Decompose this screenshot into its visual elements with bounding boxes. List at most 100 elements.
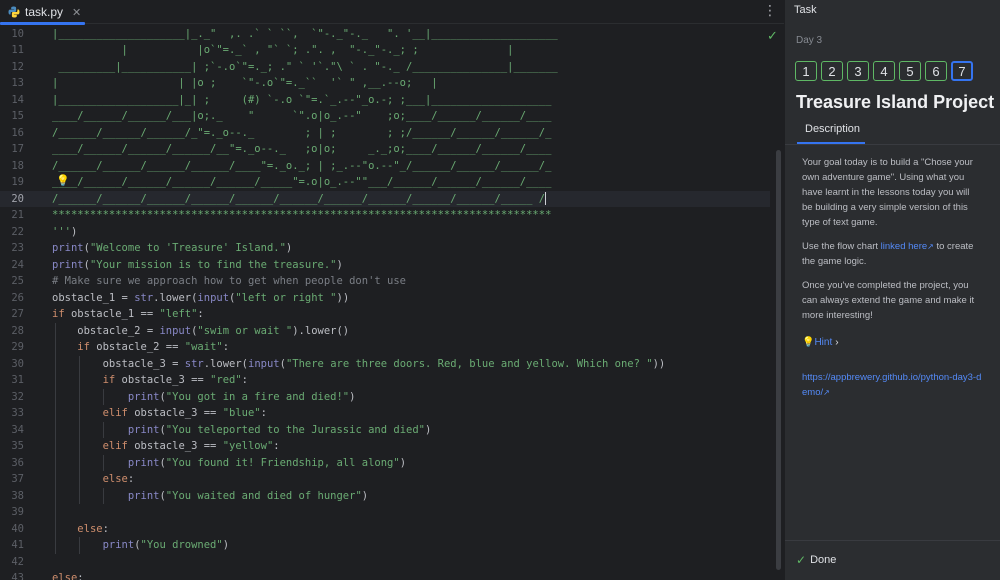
done-status: ✓ Done	[796, 553, 836, 567]
code-line: print("You teleported to the Jurassic an…	[52, 422, 431, 439]
task-steps: 1234567	[795, 61, 973, 81]
indent-guide	[79, 537, 80, 554]
code-line: obstacle_2 = input("swim or wait ").lowe…	[52, 323, 349, 340]
line-number: 23	[11, 242, 24, 254]
code-line: if obstacle_2 == "wait":	[52, 339, 229, 356]
code-token: ____/______/______/___|o;._ " `".o|o_.--…	[52, 110, 552, 122]
line-number: 14	[11, 93, 24, 106]
more-options-icon[interactable]: ⋮	[763, 2, 777, 19]
code-token: "left or right "	[235, 291, 337, 304]
code-token: print	[127, 390, 160, 403]
code-token: # Make sure we approach how to get when …	[52, 275, 407, 287]
tab-filename: task.py	[25, 5, 64, 19]
task-step-4[interactable]: 4	[873, 61, 895, 81]
code-token: print	[127, 489, 160, 502]
line-number: 12	[11, 60, 24, 73]
line-number: 22	[11, 225, 24, 238]
code-line: # Make sure we approach how to get when …	[52, 273, 406, 290]
code-line: | |o`"=._` , "` `; .". , "-._"-._; ; |	[52, 42, 514, 59]
code-token: | | |o ; `"-.o`"=._`` '` " ,__.--o; |	[52, 77, 438, 89]
line-number: 36	[11, 456, 24, 469]
line-number: 20	[11, 192, 24, 205]
task-step-7[interactable]: 7	[951, 61, 973, 81]
code-token: str	[184, 357, 204, 370]
line-number: 25	[11, 275, 24, 287]
lightbulb-icon: 💡	[802, 337, 815, 348]
line-number: 29	[11, 341, 24, 353]
code-token: "You teleported to the Jurassic and died…	[165, 423, 425, 436]
code-token: :	[273, 440, 280, 452]
chevron-right-icon: ›	[835, 337, 839, 348]
code-token: obstacle_3 ==	[127, 440, 223, 452]
code-token: _________|___________| ;`-.o`"=._; ." ` …	[52, 60, 558, 73]
task-step-5[interactable]: 5	[899, 61, 921, 81]
line-number: 17	[11, 143, 24, 155]
code-token: :	[222, 341, 230, 353]
line-number: 31	[11, 374, 24, 386]
code-token: if	[52, 308, 65, 320]
code-token: :	[260, 407, 267, 419]
line-number: 24	[11, 258, 24, 271]
lightbulb-icon[interactable]: 💡	[56, 174, 70, 187]
code-token: :	[241, 374, 248, 386]
code-token: :	[127, 473, 135, 485]
line-number: 42	[11, 555, 24, 568]
code-token: |____________________|_._" ,. .` ` ``, `…	[52, 27, 558, 40]
code-token: "yellow"	[222, 440, 274, 452]
flowchart-link[interactable]: linked here	[881, 241, 927, 252]
code-token: "swim or wait "	[197, 324, 293, 337]
tab-task-py[interactable]: task.py ✕	[0, 0, 85, 25]
tab-description[interactable]: Description	[805, 123, 860, 135]
indent-guide	[103, 487, 104, 504]
code-token: "Your mission is to find the treasure."	[89, 258, 337, 271]
code-token: print	[52, 242, 84, 254]
code-token: input	[197, 291, 230, 304]
code-token: ))	[336, 291, 350, 304]
task-step-1[interactable]: 1	[795, 61, 817, 81]
code-token: "red"	[210, 374, 242, 386]
indent-guide	[55, 322, 56, 554]
code-token: "You waited and died of hunger"	[165, 489, 362, 502]
line-number: 33	[11, 407, 24, 419]
code-token: else	[102, 473, 128, 485]
code-token: obstacle_1 =	[52, 291, 135, 304]
line-number: 16	[11, 126, 24, 139]
code-token: elif	[102, 407, 128, 419]
task-step-2[interactable]: 2	[821, 61, 843, 81]
divider	[785, 540, 1000, 541]
line-number: 27	[11, 308, 24, 320]
scrollbar-thumb[interactable]	[776, 150, 781, 570]
code-area[interactable]: 10 11 12 13 14 15 16 17 18 19 20 21 22 23 24 25 26 27 28 29…	[0, 24, 784, 580]
code-line: else:	[52, 521, 109, 538]
line-number: 28	[11, 324, 24, 337]
code-token: obstacle_3 ==	[115, 374, 211, 386]
code-line: print("You found it! Friendship, all alo…	[52, 455, 406, 472]
line-number: 34	[11, 423, 24, 436]
code-token: print	[52, 258, 84, 271]
code-token: obstacle_1 ==	[64, 308, 160, 320]
close-icon[interactable]: ✕	[72, 6, 81, 19]
line-number: 15	[11, 110, 24, 122]
code-editor[interactable]: task.py ✕ ⋮ 10 11 12 13 14 15 16 17 18 19 20 21 22 23…	[0, 0, 784, 580]
indent-guide	[103, 454, 104, 471]
code-line: obstacle_1 = str.lower(input("left or ri…	[52, 290, 349, 307]
code-token: "You drowned"	[140, 539, 223, 551]
line-number: 26	[11, 291, 24, 304]
day-label: Day 3	[796, 35, 823, 46]
code-token: else	[77, 522, 103, 535]
flowchart-text-before: Use the flow chart	[802, 241, 881, 252]
code-line: print("Your mission is to find the treas…	[52, 257, 343, 274]
code-line: print("You waited and died of hunger")	[52, 488, 368, 505]
code-token: else	[52, 572, 78, 580]
code-token: input	[248, 357, 280, 370]
code-token: ____/______/______/______/__"=._o--._ ;o…	[52, 143, 552, 155]
task-step-6[interactable]: 6	[925, 61, 947, 81]
code-line: |____________________|_._" ,. .` ` ``, `…	[52, 26, 558, 43]
hint-toggle[interactable]: 💡Hint ›	[802, 337, 839, 348]
code-line: |___________________|_| ; (#) `-.o `"=.`…	[52, 92, 551, 109]
line-number: 32	[11, 390, 24, 403]
task-step-3[interactable]: 3	[847, 61, 869, 81]
task-panel: Task Day 3 1234567 Treasure Island Proje…	[784, 0, 1000, 580]
code-line: else:	[52, 471, 135, 488]
